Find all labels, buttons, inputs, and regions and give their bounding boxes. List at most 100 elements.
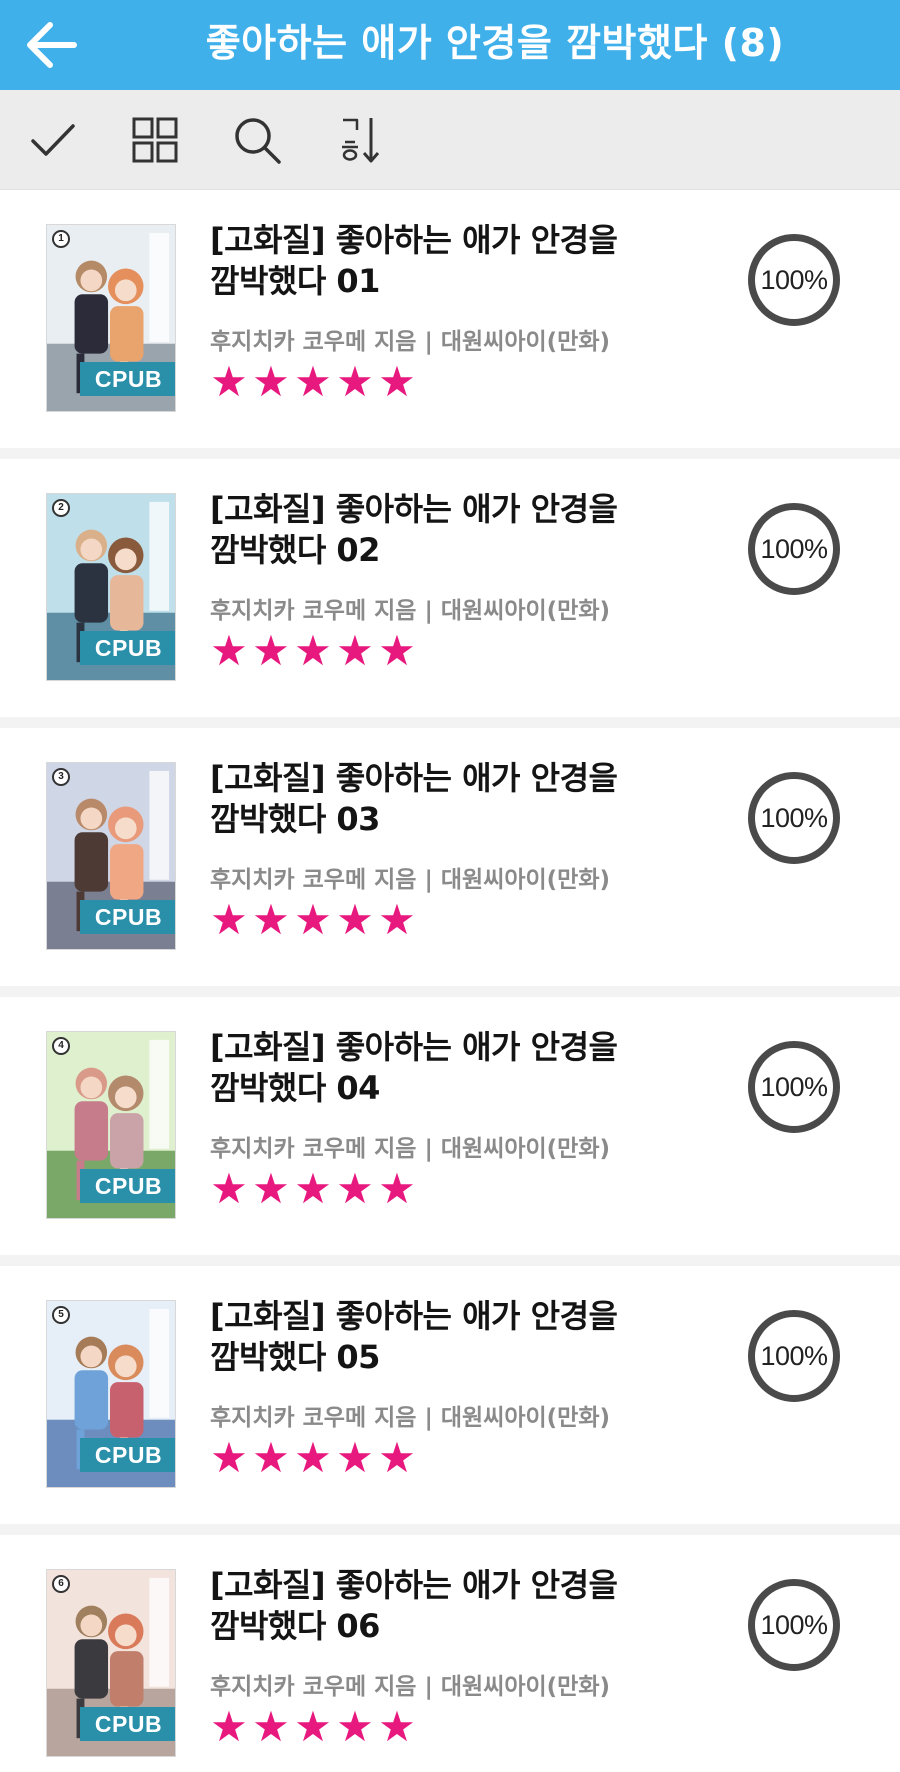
book-title-line: [고화질] 좋아하는 애가 안경을 [210,221,618,259]
star-rating: ★ ★ ★ ★ ★ [208,895,418,944]
author-publisher: 후지치카 코우메 지음 | 대원씨아이(만화) [210,329,611,355]
star-icon: ★ [210,1164,248,1213]
format-badge: CPUB [80,1438,175,1472]
star-rating: ★ ★ ★ ★ ★ [208,1433,418,1482]
read-progress-circle: 100% [748,1579,840,1671]
star-rating: ★ ★ ★ ★ ★ [208,626,418,675]
book-title-line: 깜박했다 06 [210,1607,380,1645]
star-rating: ★ ★ ★ ★ ★ [208,1164,418,1213]
read-progress-value: 100% [760,533,828,564]
book-row[interactable]: 5 CPUB [고화질] 좋아하는 애가 안경을 깜박했다 05 후지치카 코우… [0,1266,900,1524]
volume-number-badge: 1 [52,230,70,248]
format-badge: CPUB [80,900,175,934]
book-title[interactable]: [고화질] 좋아하는 애가 안경을 깜박했다 06 [210,1565,650,1647]
author-publisher: 후지치카 코우메 지음 | 대원씨아이(만화) [210,598,611,624]
star-icon: ★ [294,1164,332,1213]
star-icon: ★ [294,357,332,406]
grid-icon [132,117,178,163]
book-title-line: [고화질] 좋아하는 애가 안경을 [210,1297,618,1335]
select-button[interactable] [18,105,88,175]
star-rating: ★ ★ ★ ★ ★ [208,1702,418,1751]
book-title-line: [고화질] 좋아하는 애가 안경을 [210,759,618,797]
book-row[interactable]: 1 CPUB [고화질] 좋아하는 애가 안경을 깜박했다 01 후지치카 코우… [0,190,900,448]
grid-view-button[interactable] [120,105,190,175]
star-icon: ★ [252,1164,290,1213]
volume-number-badge: 3 [52,768,70,786]
star-icon: ★ [378,1164,416,1213]
book-title-line: [고화질] 좋아하는 애가 안경을 [210,1566,618,1604]
read-progress-circle: 100% [748,1310,840,1402]
star-icon: ★ [294,895,332,944]
volume-number-badge: 2 [52,499,70,517]
author-publisher: 후지치카 코우메 지음 | 대원씨아이(만화) [210,1136,611,1162]
star-icon: ★ [336,357,374,406]
back-button[interactable] [18,10,88,80]
book-title[interactable]: [고화질] 좋아하는 애가 안경을 깜박했다 03 [210,758,650,840]
star-icon: ★ [252,626,290,675]
toolbar [0,90,900,190]
star-icon: ★ [336,895,374,944]
volume-number-badge: 5 [52,1306,70,1324]
author-publisher: 후지치카 코우메 지음 | 대원씨아이(만화) [210,867,611,893]
book-title-line: [고화질] 좋아하는 애가 안경을 [210,490,618,528]
search-button[interactable] [222,105,292,175]
read-progress-circle: 100% [748,772,840,864]
author-publisher: 후지치카 코우메 지음 | 대원씨아이(만화) [210,1674,611,1700]
read-progress-value: 100% [760,1071,828,1102]
sort-korean-icon [342,118,380,163]
star-icon: ★ [378,1702,416,1751]
book-cover[interactable]: 4 CPUB [46,1031,176,1219]
star-icon: ★ [336,1702,374,1751]
format-badge: CPUB [80,362,175,396]
star-icon: ★ [378,1433,416,1482]
book-cover[interactable]: 2 CPUB [46,493,176,681]
sort-button[interactable] [324,105,394,175]
book-title[interactable]: [고화질] 좋아하는 애가 안경을 깜박했다 01 [210,220,650,302]
book-title-line: 깜박했다 04 [210,1069,380,1107]
read-progress-circle: 100% [748,503,840,595]
format-badge: CPUB [80,1169,175,1203]
book-title-line: 깜박했다 01 [210,262,380,300]
star-icon: ★ [252,1433,290,1482]
star-icon: ★ [378,357,416,406]
star-icon: ★ [294,626,332,675]
back-arrow-icon [27,22,77,68]
format-badge: CPUB [80,631,175,665]
book-row[interactable]: 4 CPUB [고화질] 좋아하는 애가 안경을 깜박했다 04 후지치카 코우… [0,997,900,1255]
book-title-line: 깜박했다 02 [210,531,380,569]
book-title-line: [고화질] 좋아하는 애가 안경을 [210,1028,618,1066]
book-title[interactable]: [고화질] 좋아하는 애가 안경을 깜박했다 05 [210,1296,650,1378]
star-icon: ★ [336,1433,374,1482]
book-row[interactable]: 2 CPUB [고화질] 좋아하는 애가 안경을 깜박했다 02 후지치카 코우… [0,459,900,717]
volume-number-badge: 4 [52,1037,70,1055]
book-row[interactable]: 6 CPUB [고화질] 좋아하는 애가 안경을 깜박했다 06 후지치카 코우… [0,1535,900,1772]
book-title-line: 깜박했다 03 [210,800,380,838]
star-icon: ★ [210,895,248,944]
star-icon: ★ [210,1702,248,1751]
star-rating: ★ ★ ★ ★ ★ [208,357,418,406]
book-list: 1 CPUB [고화질] 좋아하는 애가 안경을 깜박했다 01 후지치카 코우… [0,190,900,1772]
star-icon: ★ [336,626,374,675]
book-title[interactable]: [고화질] 좋아하는 애가 안경을 깜박했다 04 [210,1027,650,1109]
book-title[interactable]: [고화질] 좋아하는 애가 안경을 깜박했다 02 [210,489,650,571]
star-icon: ★ [294,1702,332,1751]
book-cover[interactable]: 6 CPUB [46,1569,176,1757]
book-row[interactable]: 3 CPUB [고화질] 좋아하는 애가 안경을 깜박했다 03 후지치카 코우… [0,728,900,986]
book-cover[interactable]: 5 CPUB [46,1300,176,1488]
star-icon: ★ [378,895,416,944]
format-badge: CPUB [80,1707,175,1741]
app-window: 좋아하는 애가 안경을 깜박했다 (8) 1 CPUB [고화질] 좋아하는 애… [0,0,900,1772]
checkmark-icon [31,124,75,156]
star-icon: ★ [252,1702,290,1751]
page-title: 좋아하는 애가 안경을 깜박했다 (8) [205,21,785,65]
search-icon [235,118,281,164]
star-icon: ★ [336,1164,374,1213]
title-bar: 좋아하는 애가 안경을 깜박했다 (8) [0,0,900,90]
book-cover[interactable]: 1 CPUB [46,224,176,412]
star-icon: ★ [252,895,290,944]
read-progress-value: 100% [760,802,828,833]
book-title-line: 깜박했다 05 [210,1338,380,1376]
book-cover[interactable]: 3 CPUB [46,762,176,950]
read-progress-value: 100% [760,264,828,295]
read-progress-circle: 100% [748,234,840,326]
